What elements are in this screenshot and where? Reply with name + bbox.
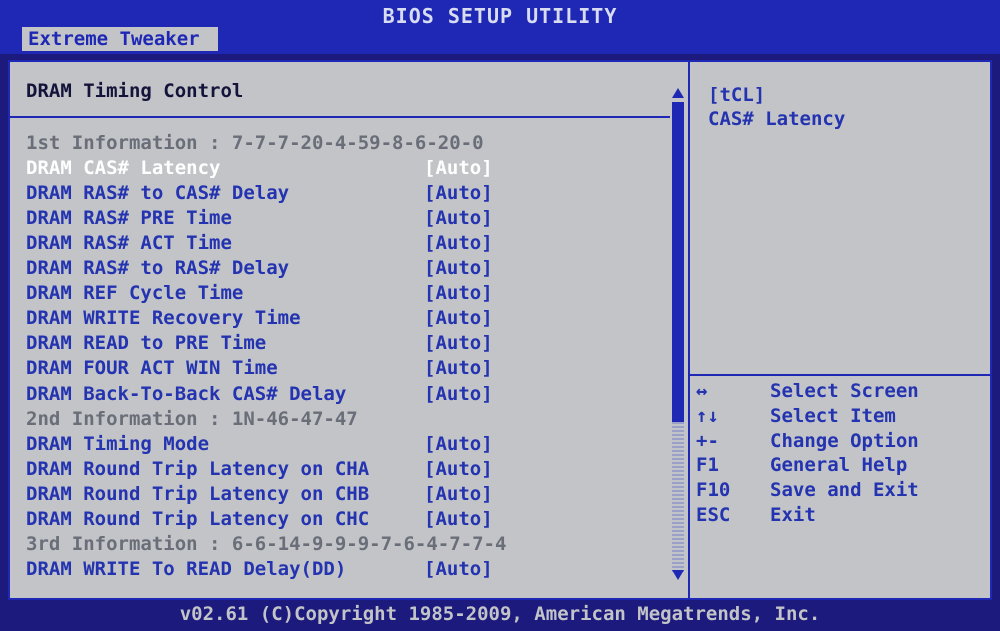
setting-label: DRAM RAS# to CAS# Delay	[26, 182, 290, 205]
setting-label: 1st Information : 7-7-7-20-4-59-8-6-20-0	[26, 132, 484, 154]
setting-value[interactable]: [Auto]	[424, 507, 493, 531]
setting-row[interactable]: DRAM CAS# Latency [Auto]	[26, 156, 493, 180]
setting-value[interactable]: [Auto]	[424, 281, 493, 305]
setting-label: DRAM RAS# PRE Time	[26, 207, 232, 230]
key-description: Save and Exit	[770, 479, 919, 502]
setting-row[interactable]: DRAM FOUR ACT WIN Time [Auto]	[26, 356, 493, 380]
info-row: 1st Information : 7-7-7-20-4-59-8-6-20-0	[26, 131, 484, 155]
help-shortcode: [tCL]	[708, 84, 766, 106]
setting-label: DRAM REF Cycle Time	[26, 282, 244, 305]
setting-label: DRAM Round Trip Latency on CHC	[26, 507, 370, 530]
scroll-down-arrow-icon[interactable]	[672, 570, 684, 580]
setting-label: DRAM RAS# to RAS# Delay	[26, 257, 290, 280]
top-bar: BIOS SETUP UTILITY Extreme Tweaker	[0, 0, 1000, 54]
setting-label: DRAM WRITE To READ Delay(DD)	[26, 557, 347, 580]
setting-row[interactable]: DRAM Round Trip Latency on CHA [Auto]	[26, 457, 493, 481]
key-description: Select Screen	[770, 380, 919, 402]
setting-value[interactable]: [Auto]	[424, 356, 493, 380]
setting-value[interactable]: [Auto]	[424, 382, 493, 406]
section-divider	[10, 116, 670, 118]
key-name: ESC	[696, 504, 731, 526]
key-description: General Help	[770, 454, 908, 477]
help-description: CAS# Latency	[708, 108, 846, 130]
help-divider	[690, 374, 990, 376]
key-description: Exit	[770, 504, 816, 526]
setting-value[interactable]: [Auto]	[424, 256, 493, 280]
setting-value[interactable]: [Auto]	[424, 231, 493, 255]
scroll-thumb[interactable]	[672, 102, 684, 422]
setting-label: DRAM RAS# ACT Time	[26, 232, 232, 255]
setting-value[interactable]: [Auto]	[424, 457, 493, 481]
setting-value[interactable]: [Auto]	[424, 432, 493, 456]
setting-value[interactable]: [Auto]	[424, 156, 493, 180]
window-title: BIOS SETUP UTILITY	[382, 4, 618, 28]
info-row: 2nd Information : 1N-46-47-47	[26, 407, 358, 431]
setting-row[interactable]: DRAM Round Trip Latency on CHB [Auto]	[26, 482, 493, 506]
setting-value[interactable]: [Auto]	[424, 306, 493, 330]
setting-value[interactable]: [Auto]	[424, 557, 493, 581]
setting-label: DRAM Back-To-Back CAS# Delay	[26, 382, 347, 405]
setting-value[interactable]: [Auto]	[424, 206, 493, 230]
setting-label: DRAM Round Trip Latency on CHA	[26, 457, 370, 480]
setting-row[interactable]: DRAM RAS# ACT Time [Auto]	[26, 231, 493, 255]
setting-label: DRAM CAS# Latency	[26, 157, 221, 180]
setting-value[interactable]: [Auto]	[424, 331, 493, 355]
setting-value[interactable]: [Auto]	[424, 482, 493, 506]
scrollbar[interactable]	[670, 80, 686, 580]
key-name: F1	[696, 454, 719, 477]
settings-pane: DRAM Timing Control 1st Information : 7-…	[10, 62, 690, 598]
help-pane: [tCL] CAS# Latency ↔ Select Screen ↑↓ Selec…	[690, 62, 990, 598]
setting-label: DRAM WRITE Recovery Time	[26, 307, 301, 330]
key-name: ↔	[696, 380, 708, 402]
tab-extreme-tweaker[interactable]: Extreme Tweaker	[22, 27, 218, 51]
key-name: ↑↓	[696, 404, 719, 427]
setting-row[interactable]: DRAM WRITE To READ Delay(DD) [Auto]	[26, 557, 493, 581]
setting-label: 3rd Information : 6-6-14-9-9-9-7-6-4-7-7…	[26, 532, 507, 555]
setting-row[interactable]: DRAM WRITE Recovery Time [Auto]	[26, 306, 493, 330]
setting-label: DRAM Round Trip Latency on CHB	[26, 482, 370, 505]
setting-row[interactable]: DRAM REF Cycle Time [Auto]	[26, 281, 493, 305]
key-name: F10	[696, 479, 731, 502]
setting-row[interactable]: DRAM RAS# to RAS# Delay [Auto]	[26, 256, 493, 280]
setting-row[interactable]: DRAM Back-To-Back CAS# Delay [Auto]	[26, 382, 493, 406]
info-row: 3rd Information : 6-6-14-9-9-9-7-6-4-7-7…	[26, 532, 506, 556]
setting-row[interactable]: DRAM RAS# to CAS# Delay [Auto]	[26, 181, 493, 205]
setting-label: DRAM FOUR ACT WIN Time	[26, 357, 278, 380]
setting-label: 2nd Information : 1N-46-47-47	[26, 407, 358, 430]
scroll-up-arrow-icon[interactable]	[672, 88, 684, 98]
setting-row[interactable]: DRAM RAS# PRE Time [Auto]	[26, 206, 493, 230]
key-description: Change Option	[770, 429, 919, 452]
setting-label: DRAM READ to PRE Time	[26, 332, 267, 355]
key-name: +-	[696, 429, 719, 452]
setting-value[interactable]: [Auto]	[424, 181, 493, 205]
setting-row[interactable]: DRAM Timing Mode [Auto]	[26, 432, 493, 456]
footer-copyright: v02.61 (C)Copyright 1985-2009, American …	[179, 603, 821, 625]
setting-label: DRAM Timing Mode	[26, 432, 210, 455]
main-panel: DRAM Timing Control 1st Information : 7-…	[8, 60, 992, 600]
key-description: Select Item	[770, 404, 896, 427]
setting-row[interactable]: DRAM Round Trip Latency on CHC [Auto]	[26, 507, 493, 531]
setting-row[interactable]: DRAM READ to PRE Time [Auto]	[26, 331, 493, 355]
section-title: DRAM Timing Control	[26, 80, 244, 102]
